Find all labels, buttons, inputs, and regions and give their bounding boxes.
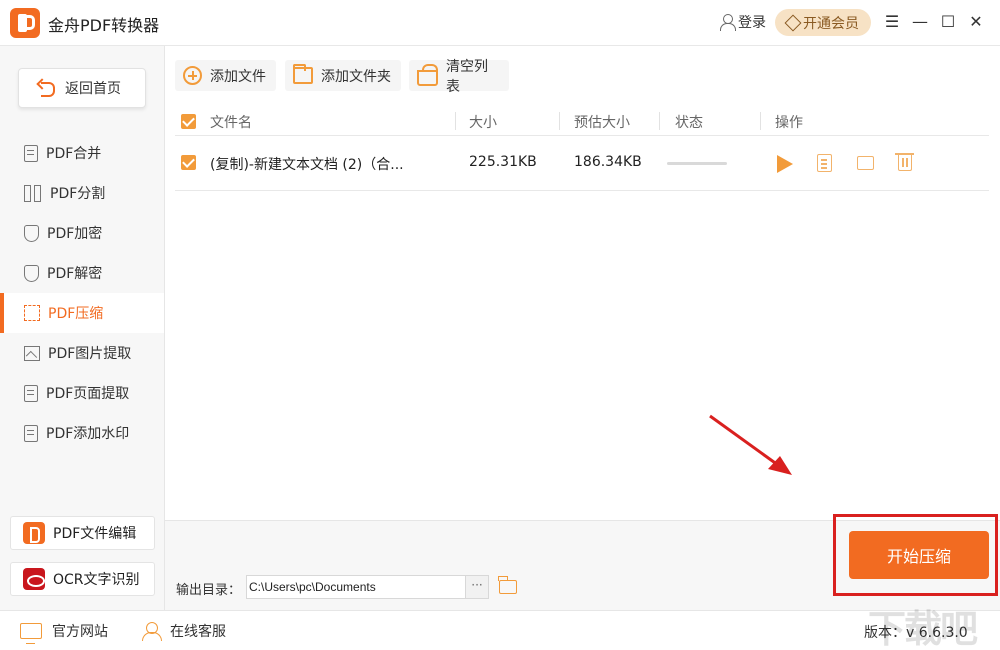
sidebar-item-label: PDF压缩 <box>48 306 104 322</box>
add-folder-label: 添加文件夹 <box>321 68 391 85</box>
pdf-edit-icon <box>23 522 45 544</box>
column-divider <box>559 112 560 130</box>
user-icon <box>720 14 736 31</box>
sidebar-item-watermark[interactable]: PDF添加水印 <box>0 413 164 453</box>
sidebar-item-page-extract[interactable]: PDF页面提取 <box>0 373 164 413</box>
output-path-field[interactable]: C:\Users\pc\Documents <box>246 575 466 599</box>
sidebar-item-compress[interactable]: PDF压缩 <box>0 293 164 333</box>
play-icon[interactable] <box>777 155 793 173</box>
ocr-label: OCR文字识别 <box>53 572 140 588</box>
home-button[interactable]: 返回首页 <box>18 68 146 108</box>
vip-button[interactable]: 开通会员 <box>775 9 871 36</box>
annotation-arrow <box>709 414 792 475</box>
ocr-eye-icon <box>23 568 45 590</box>
browse-button[interactable]: ··· <box>465 575 489 599</box>
login-button[interactable]: 登录 <box>720 12 766 32</box>
folder-icon <box>293 64 313 84</box>
sidebar-item-label: PDF解密 <box>47 266 103 282</box>
header-est-size: 预估大小 <box>574 115 630 131</box>
service-label: 在线客服 <box>170 624 226 640</box>
sidebar-item-label: PDF合并 <box>46 146 102 162</box>
vip-label: 开通会员 <box>803 15 859 32</box>
trash-icon[interactable] <box>895 153 914 171</box>
back-arrow-icon <box>37 81 55 97</box>
sidebar-item-label: PDF分割 <box>50 186 106 202</box>
diamond-icon <box>784 14 802 31</box>
app-logo-icon <box>10 8 40 38</box>
maximize-button[interactable]: ☐ <box>938 12 958 32</box>
column-divider <box>760 112 761 130</box>
sidebar-item-image-extract[interactable]: PDF图片提取 <box>0 333 164 373</box>
ocr-button[interactable]: OCR文字识别 <box>10 562 155 596</box>
header-status: 状态 <box>675 115 703 131</box>
split-icon <box>24 184 42 202</box>
file-size: 225.31KB <box>469 154 537 170</box>
open-output-folder-icon[interactable] <box>498 576 517 594</box>
add-file-label: 添加文件 <box>210 68 266 85</box>
official-website-link[interactable]: 官方网站 <box>20 621 108 644</box>
header-filename: 文件名 <box>210 115 252 131</box>
close-button[interactable]: ✕ <box>966 12 986 32</box>
merge-icon <box>24 144 38 162</box>
column-divider <box>455 112 456 130</box>
footer: 官方网站 在线客服 版本：v 6.6.3.0 <box>0 610 1000 650</box>
compress-icon <box>24 305 40 321</box>
home-label: 返回首页 <box>65 81 121 97</box>
app-title: 金舟PDF转换器 <box>48 16 160 35</box>
arrow-shaft <box>709 414 779 467</box>
plus-circle-icon <box>183 66 202 85</box>
sidebar-item-label: PDF加密 <box>47 226 103 242</box>
estimated-size: 186.34KB <box>574 154 642 170</box>
add-folder-button[interactable]: 添加文件夹 <box>285 60 401 91</box>
status-progress-bar <box>667 162 727 165</box>
login-label: 登录 <box>738 15 766 31</box>
shield-icon <box>24 224 39 242</box>
minimize-button[interactable]: — <box>910 12 930 32</box>
sidebar-item-label: PDF图片提取 <box>48 346 132 362</box>
select-all-checkbox[interactable] <box>181 114 196 129</box>
clear-list-button[interactable]: 清空列表 <box>409 59 509 95</box>
settings-list-icon[interactable] <box>817 154 832 172</box>
page-icon <box>24 384 38 402</box>
online-service-link[interactable]: 在线客服 <box>142 621 226 641</box>
watermark-icon <box>24 424 38 442</box>
site-watermark: 下载吧 <box>868 607 978 650</box>
pdf-edit-label: PDF文件编辑 <box>53 526 137 542</box>
monitor-icon <box>20 623 42 644</box>
column-divider <box>659 112 660 130</box>
table-header: 文件名 大小 预估大小 状态 操作 <box>175 107 989 136</box>
clear-list-label: 清空列表 <box>446 58 489 95</box>
sidebar-item-merge[interactable]: PDF合并 <box>0 133 164 173</box>
sidebar-item-split[interactable]: PDF分割 <box>0 173 164 213</box>
header-actions: 操作 <box>775 115 803 131</box>
add-file-button[interactable]: 添加文件 <box>175 60 276 91</box>
sidebar: 返回首页 PDF合并 PDF分割 PDF加密 PDF解密 PDF压缩 PDF图片… <box>0 46 165 610</box>
file-name: (复制)-新建文本文档 (2)（合... <box>210 157 404 173</box>
basket-icon <box>417 63 439 86</box>
output-dir-label: 输出目录： <box>176 583 242 598</box>
title-bar: 金舟PDF转换器 登录 开通会员 ☰ — ☐ ✕ <box>0 0 1000 46</box>
header-size: 大小 <box>469 115 497 131</box>
start-compress-button[interactable]: 开始压缩 <box>849 531 989 579</box>
row-checkbox[interactable] <box>181 155 196 170</box>
customer-service-icon <box>142 622 162 641</box>
pdf-edit-button[interactable]: PDF文件编辑 <box>10 516 155 550</box>
shield-icon <box>24 264 39 282</box>
table-row[interactable]: (复制)-新建文本文档 (2)（合... 225.31KB 186.34KB <box>175 137 989 191</box>
sidebar-nav: PDF合并 PDF分割 PDF加密 PDF解密 PDF压缩 PDF图片提取 PD… <box>0 133 164 453</box>
sidebar-item-encrypt[interactable]: PDF加密 <box>0 213 164 253</box>
sidebar-item-label: PDF页面提取 <box>46 386 130 402</box>
open-folder-icon[interactable] <box>857 156 874 170</box>
website-label: 官方网站 <box>52 624 108 640</box>
image-icon <box>24 345 40 361</box>
menu-icon[interactable]: ☰ <box>882 12 902 32</box>
sidebar-item-decrypt[interactable]: PDF解密 <box>0 253 164 293</box>
sidebar-item-label: PDF添加水印 <box>46 426 130 442</box>
